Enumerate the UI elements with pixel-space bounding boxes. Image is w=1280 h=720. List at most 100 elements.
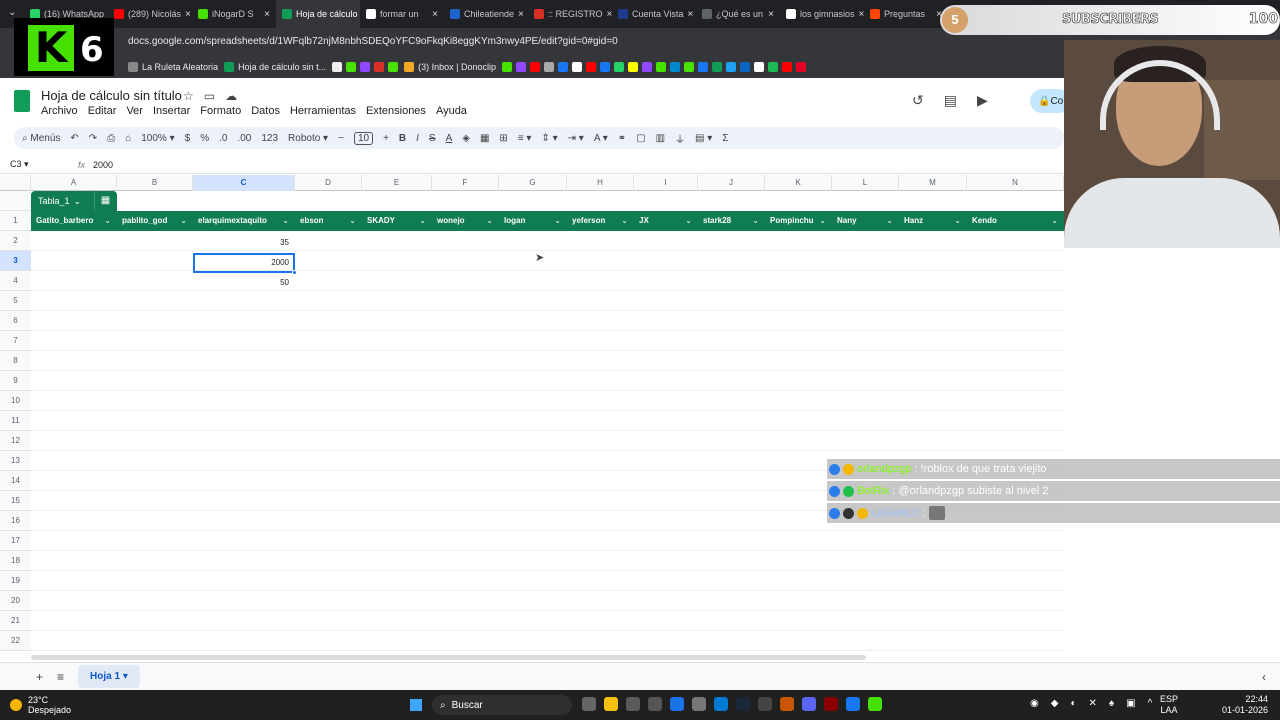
decrease-decimal-button[interactable]: .0: [219, 133, 227, 144]
tray-icon[interactable]: ▣: [1126, 698, 1135, 709]
row-header-4[interactable]: 4: [0, 271, 31, 291]
chevron-down-icon[interactable]: ⌄: [282, 211, 289, 231]
sheet-tab-hoja-1[interactable]: Hoja 1 ▾: [78, 665, 140, 688]
tab-search-icon[interactable]: ⌄: [8, 7, 16, 18]
print-icon[interactable]: ⎙: [107, 133, 115, 144]
italic-button[interactable]: I: [416, 133, 419, 144]
fill-handle[interactable]: [292, 270, 297, 275]
name-box[interactable]: C3 ▾: [0, 159, 70, 170]
tray-icon[interactable]: ◐: [1070, 698, 1076, 709]
table-header-cell[interactable]: elarquimextaquito ⌄: [193, 211, 295, 231]
bookmark-icon[interactable]: [360, 62, 371, 72]
chevron-down-icon[interactable]: ⌄: [419, 211, 426, 231]
chevron-down-icon[interactable]: ⌄: [621, 211, 628, 231]
column-header-e[interactable]: E: [362, 175, 432, 191]
text-rotation-icon[interactable]: A ▾: [594, 133, 608, 144]
browser-tab[interactable]: los gimnasios ×: [780, 0, 864, 28]
font-select[interactable]: Roboto ▾: [288, 133, 328, 144]
insert-link-icon[interactable]: ⚭: [618, 133, 626, 144]
taskbar-search[interactable]: ⌕ Buscar: [432, 695, 572, 715]
bookmark-donoclip[interactable]: (3) Inbox | Donoclip: [404, 62, 496, 72]
table-header-cell[interactable]: stark28 ⌄: [698, 211, 765, 231]
row-header-12[interactable]: 12: [0, 431, 31, 451]
tray-icon[interactable]: ◉: [1030, 698, 1039, 709]
chevron-down-icon[interactable]: ⌄: [486, 211, 493, 231]
chevron-down-icon[interactable]: ⌄: [180, 211, 187, 231]
chevron-up-icon[interactable]: ^: [1148, 698, 1153, 709]
bookmark-icon[interactable]: [374, 62, 385, 72]
menu-formato[interactable]: Formato: [200, 105, 241, 117]
cell-c4[interactable]: 50: [193, 273, 295, 293]
selected-cell-outline[interactable]: [193, 253, 297, 275]
discord-icon[interactable]: [802, 697, 816, 711]
sheets-logo-icon[interactable]: [14, 90, 30, 112]
row-header-15[interactable]: 15: [0, 491, 31, 511]
row-header-20[interactable]: 20: [0, 591, 31, 611]
table-header-cell[interactable]: SKADY ⌄: [362, 211, 432, 231]
menu-datos[interactable]: Datos: [251, 105, 280, 117]
row-header-5[interactable]: 5: [0, 291, 31, 311]
row-header-21[interactable]: 21: [0, 611, 31, 631]
table-header-cell[interactable]: JX ⌄: [634, 211, 698, 231]
bookmark-icon[interactable]: [642, 62, 652, 72]
table-header-cell[interactable]: logan ⌄: [499, 211, 567, 231]
chevron-down-icon[interactable]: ⌄: [886, 211, 893, 231]
strikethrough-button[interactable]: S: [429, 133, 436, 144]
bookmark-icon[interactable]: [656, 62, 666, 72]
bookmark-icon[interactable]: [388, 62, 399, 72]
text-color-button[interactable]: A: [446, 133, 453, 144]
bookmark-icon[interactable]: [684, 62, 694, 72]
row-header-22[interactable]: 22: [0, 631, 31, 651]
table-header-cell[interactable]: yeferson ⌄: [567, 211, 634, 231]
document-title[interactable]: Hoja de cálculo sin título: [41, 88, 182, 103]
app-icon[interactable]: [780, 697, 794, 711]
bookmark-icon[interactable]: [586, 62, 596, 72]
menu-insertar[interactable]: Insertar: [153, 105, 190, 117]
bold-button[interactable]: B: [399, 133, 406, 144]
browser-tab[interactable]: (289) Nicolás ×: [108, 0, 192, 28]
row-header-6[interactable]: 6: [0, 311, 31, 331]
app-icon[interactable]: [758, 697, 772, 711]
add-sheet-icon[interactable]: +: [36, 670, 43, 684]
row-header-9[interactable]: 9: [0, 371, 31, 391]
bookmark-icon[interactable]: [544, 62, 554, 72]
column-header-l[interactable]: L: [832, 175, 899, 191]
language-indicator[interactable]: ESP LAA: [1160, 694, 1178, 716]
table-header-cell[interactable]: pablito_god ⌄: [117, 211, 193, 231]
row-header-8[interactable]: 8: [0, 351, 31, 371]
filter-icon[interactable]: ⏚: [675, 131, 685, 146]
close-tab-icon[interactable]: ×: [687, 9, 693, 20]
table-menu-icon[interactable]: ▦: [94, 191, 116, 211]
undo-icon[interactable]: ↶: [70, 133, 78, 144]
fill-color-icon[interactable]: ◈: [462, 133, 470, 144]
tray-icon[interactable]: ◆: [1051, 698, 1059, 709]
chrome-icon[interactable]: [670, 697, 684, 711]
insert-chart-icon[interactable]: ▥: [656, 133, 665, 144]
borders-icon[interactable]: ▦: [480, 133, 489, 144]
insert-comment-icon[interactable]: ▢: [636, 133, 645, 144]
bookmark-icon[interactable]: [712, 62, 722, 72]
bookmark-icon[interactable]: [796, 62, 806, 72]
functions-button[interactable]: Σ: [722, 133, 728, 144]
meet-icon[interactable]: ▶: [977, 92, 988, 109]
row-header-18[interactable]: 18: [0, 551, 31, 571]
select-all-corner[interactable]: [0, 175, 31, 191]
column-header-m[interactable]: M: [899, 175, 967, 191]
table-header-cell[interactable]: Nany ⌄: [832, 211, 899, 231]
column-header-i[interactable]: I: [634, 175, 698, 191]
formula-input[interactable]: 2000: [93, 160, 113, 170]
chevron-down-icon[interactable]: ⌄: [752, 211, 759, 231]
search-menus-button[interactable]: ⌕ Menús: [22, 133, 60, 144]
row-header-16[interactable]: 16: [0, 511, 31, 531]
bookmark-icon[interactable]: [740, 62, 750, 72]
history-icon[interactable]: ↺: [912, 92, 924, 109]
bookmark-ruleta[interactable]: La Ruleta Aleatoria: [128, 62, 218, 72]
bookmark-icon[interactable]: [600, 62, 610, 72]
bookmark-icon[interactable]: [670, 62, 680, 72]
row-header-10[interactable]: 10: [0, 391, 31, 411]
bookmark-icon[interactable]: [530, 62, 540, 72]
zoom-select[interactable]: 100% ▾: [141, 133, 174, 144]
column-header-a[interactable]: A: [31, 175, 117, 191]
row-header-1[interactable]: 1: [0, 211, 31, 231]
close-tab-icon[interactable]: ×: [432, 9, 438, 20]
